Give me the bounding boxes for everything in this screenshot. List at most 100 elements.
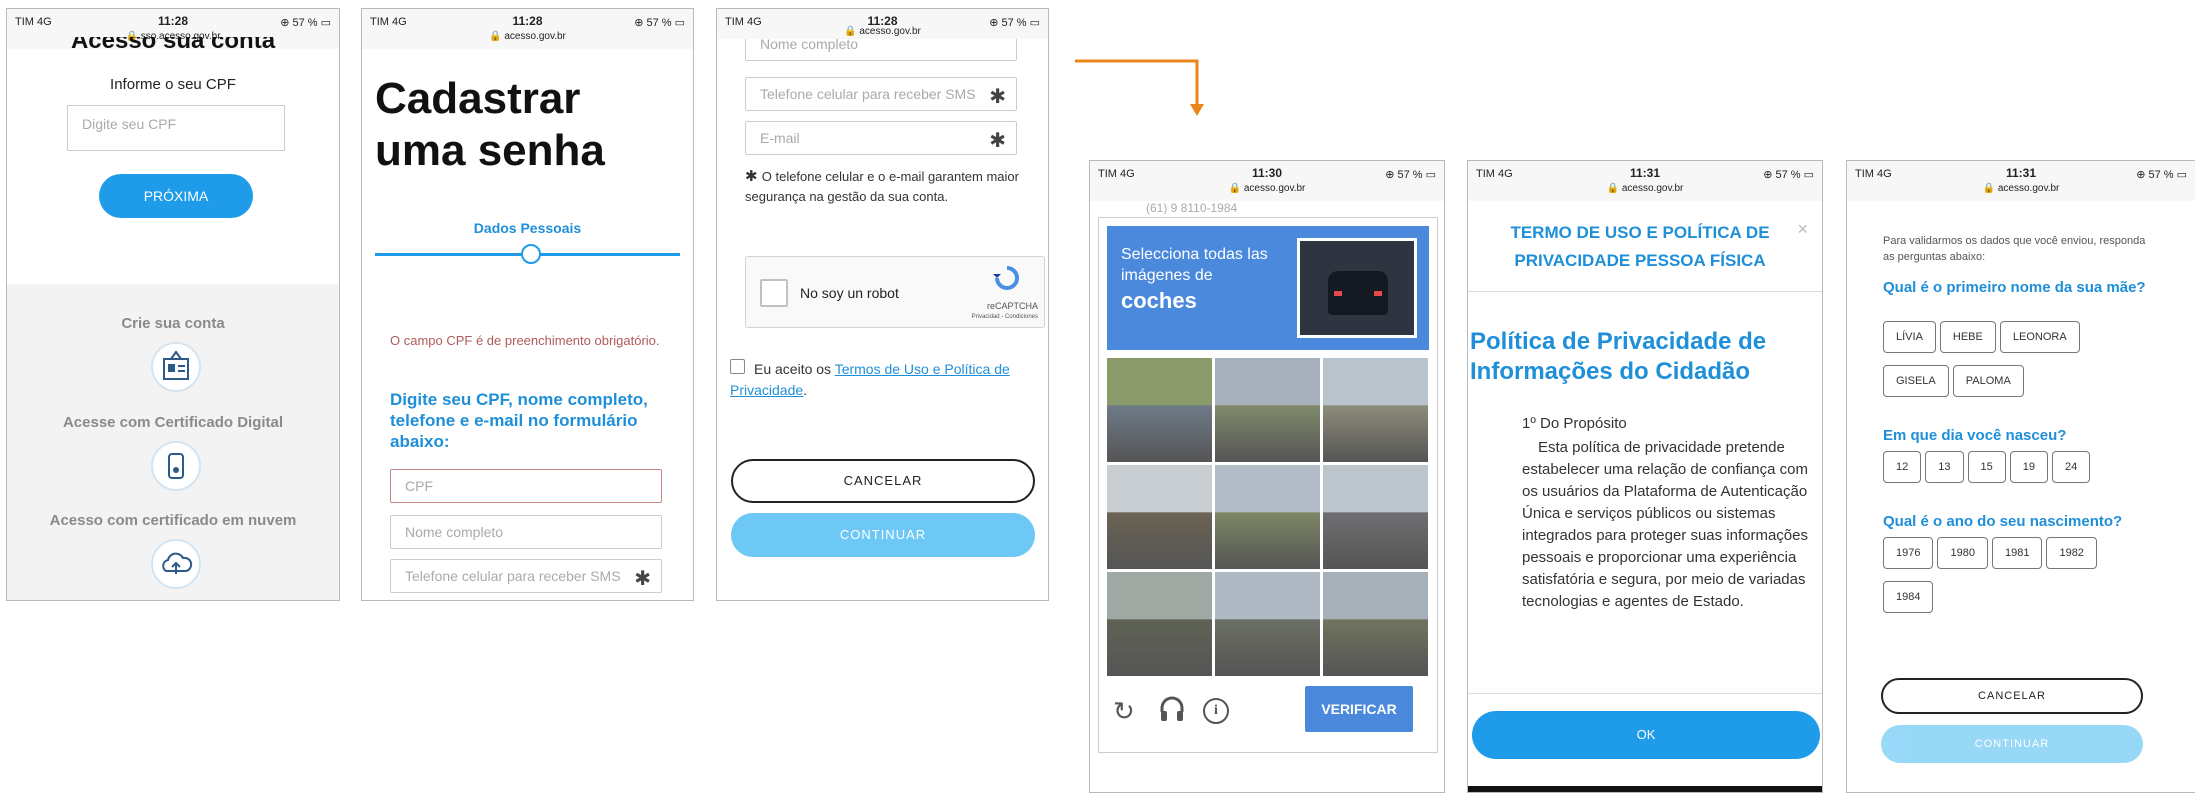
cancel-button[interactable]: CANCELAR: [1881, 678, 2143, 714]
id-card-icon[interactable]: [151, 342, 201, 392]
required-icon: ✱: [634, 568, 651, 590]
phone-placeholder: Telefone celular para receber SMS: [760, 86, 976, 102]
phone-screen-register: TIM 4G 11:28 🔒 acesso.gov.br ⊕ 57 % ▭ Ca…: [361, 8, 694, 601]
cpf-input[interactable]: Digite seu CPF: [67, 105, 285, 151]
answer-option[interactable]: 1984: [1883, 581, 1934, 613]
battery-indicator: ⊕ 57 % ▭: [1385, 169, 1436, 181]
mother-name-options: LÍVIA HEBE LEONORA GISELA PALOMA: [1883, 321, 2123, 409]
email-input[interactable]: E-mail ✱: [745, 121, 1017, 155]
required-icon: ✱: [989, 86, 1006, 108]
info-icon[interactable]: i: [1203, 698, 1229, 724]
policy-heading: Política de Privacidade de Informações d…: [1470, 328, 1767, 385]
battery-indicator: ⊕ 57 % ▭: [280, 17, 331, 29]
divider: [1468, 693, 1822, 694]
battery-indicator: ⊕ 57 % ▭: [634, 17, 685, 29]
continue-button[interactable]: CONTINUAR: [731, 513, 1035, 557]
answer-option[interactable]: 15: [1967, 451, 2006, 483]
question-birth-year: Qual é o ano do seu nascimento?: [1883, 513, 2123, 530]
audio-icon[interactable]: [1157, 694, 1187, 724]
captcha-tile[interactable]: [1215, 572, 1320, 676]
page-title: Cadastrar uma senha: [375, 74, 605, 175]
answer-option[interactable]: 24: [2052, 451, 2091, 483]
contact-note: ✱ O telefone celular e o e-mail garantem…: [745, 168, 1019, 204]
captcha-tile[interactable]: [1323, 572, 1428, 676]
cloud-icon[interactable]: [151, 539, 201, 589]
accept-terms-text: Eu aceito os Termos de Uso e Política de…: [730, 361, 1010, 398]
answer-option[interactable]: 19: [2009, 451, 2048, 483]
recaptcha-links[interactable]: Privacidad - Condiciones: [972, 314, 1038, 320]
birth-year-options: 1976 1980 1981 1982 1984: [1883, 537, 2113, 625]
continue-button[interactable]: CONTINUAR: [1881, 725, 2143, 763]
ok-button[interactable]: OK: [1472, 711, 1820, 759]
answer-option[interactable]: PALOMA: [1952, 365, 2024, 397]
answer-option[interactable]: 1976: [1883, 537, 1934, 569]
cpf-label: Informe o seu CPF: [110, 76, 236, 93]
captcha-tile[interactable]: [1323, 358, 1428, 462]
step-label: Dados Pessoais: [473, 220, 582, 236]
answer-option[interactable]: LÍVIA: [1883, 321, 1936, 353]
captcha-tile[interactable]: [1215, 358, 1320, 462]
captcha-dialog: Selecciona todas las imágenes de coches ↻…: [1098, 217, 1438, 753]
close-icon[interactable]: ×: [1797, 219, 1808, 240]
progress-handle[interactable]: [521, 244, 541, 264]
phone-screen-questions: TIM 4G 11:31 🔒 acesso.gov.br ⊕ 57 % ▭ Pa…: [1846, 160, 2195, 793]
phone-screen-captcha: TIM 4G 11:30 🔒 acesso.gov.br ⊕ 57 % ▭ (6…: [1089, 160, 1445, 793]
answer-option[interactable]: HEBE: [1939, 321, 1996, 353]
status-bar: TIM 4G 11:28 🔒 acesso.gov.br ⊕ 57 % ▭: [717, 9, 1048, 39]
cloud-certificate-link[interactable]: Acesso com certificado em nuvem: [7, 512, 339, 529]
background-phone-value: (61) 9 8110-1984: [1146, 201, 1238, 215]
answer-option[interactable]: 1980: [1937, 537, 1988, 569]
captcha-header: Selecciona todas las imágenes de coches: [1107, 226, 1429, 350]
recaptcha-brand: reCAPTCHA: [986, 301, 1038, 311]
recaptcha-box: No soy un robot reCAPTCHA Privacidad - C…: [745, 256, 1045, 328]
phone-screen-terms: TIM 4G 11:31 🔒 acesso.gov.br ⊕ 57 % ▭ TE…: [1467, 160, 1823, 793]
phone-screen-contact: Nome completo TIM 4G 11:28 🔒 acesso.gov.…: [716, 8, 1049, 601]
captcha-prompt: Selecciona todas las imágenes de coches: [1121, 244, 1268, 316]
captcha-tile[interactable]: [1107, 465, 1212, 569]
url-bar[interactable]: 🔒 acesso.gov.br: [1090, 183, 1444, 194]
cancel-button[interactable]: CANCELAR: [731, 459, 1035, 503]
battery-indicator: ⊕ 57 % ▭: [989, 17, 1040, 29]
asterisk-icon: ✱: [745, 168, 762, 185]
divider: [1468, 291, 1822, 292]
bottom-bar: [1468, 786, 1822, 792]
captcha-sample-image: [1297, 238, 1417, 338]
url-bar[interactable]: 🔒 acesso.gov.br: [1847, 183, 2195, 194]
create-account-link[interactable]: Crie sua conta: [7, 315, 339, 332]
captcha-tile[interactable]: [1107, 572, 1212, 676]
status-bar: TIM 4G 11:31 🔒 acesso.gov.br ⊕ 57 % ▭: [1468, 161, 1822, 201]
phone-input[interactable]: Telefone celular para receber SMS ✱: [745, 77, 1017, 111]
next-button[interactable]: PRÓXIMA: [99, 174, 253, 218]
name-input[interactable]: Nome completo: [390, 515, 662, 549]
intro-text: Para validarmos os dados que você enviou…: [1883, 235, 2146, 263]
url-bar[interactable]: 🔒 acesso.gov.br: [362, 31, 693, 42]
flow-arrow-icon: [1075, 59, 1204, 116]
answer-option[interactable]: LEONORA: [1999, 321, 2080, 353]
terms-title: TERMO DE USO E POLÍTICA DE PRIVACIDADE P…: [1510, 223, 1770, 270]
instruction-text: Digite seu CPF, nome completo, telefone …: [390, 390, 648, 451]
robot-checkbox[interactable]: [760, 279, 788, 307]
verify-button[interactable]: VERIFICAR: [1305, 686, 1413, 732]
captcha-tile[interactable]: [1323, 465, 1428, 569]
captcha-tile[interactable]: [1215, 465, 1320, 569]
battery-indicator: ⊕ 57 % ▭: [1763, 169, 1814, 181]
answer-option[interactable]: GISELA: [1883, 365, 1949, 397]
status-bar: TIM 4G 11:31 🔒 acesso.gov.br ⊕ 57 % ▭: [1847, 161, 2195, 201]
answer-option[interactable]: 13: [1925, 451, 1964, 483]
page-title: Acesso sua conta: [70, 37, 276, 53]
answer-option[interactable]: 12: [1883, 451, 1922, 483]
digital-certificate-link[interactable]: Acesse com Certificado Digital: [7, 414, 339, 431]
phone-input[interactable]: Telefone celular para receber SMS ✱: [390, 559, 662, 593]
question-mother-name: Qual é o primeiro nome da sua mãe?: [1883, 279, 2146, 296]
required-icon: ✱: [989, 130, 1006, 152]
url-bar[interactable]: 🔒 acesso.gov.br: [1468, 183, 1822, 194]
email-placeholder: E-mail: [760, 130, 800, 146]
usb-token-icon[interactable]: [151, 441, 201, 491]
captcha-target-word: coches: [1121, 288, 1197, 313]
answer-option[interactable]: 1981: [1991, 537, 2043, 569]
captcha-tile[interactable]: [1107, 358, 1212, 462]
cpf-input[interactable]: CPF: [390, 469, 662, 503]
answer-option[interactable]: 1982: [2046, 537, 2097, 569]
robot-label: No soy un robot: [800, 285, 899, 301]
reload-icon[interactable]: ↻: [1113, 696, 1135, 727]
